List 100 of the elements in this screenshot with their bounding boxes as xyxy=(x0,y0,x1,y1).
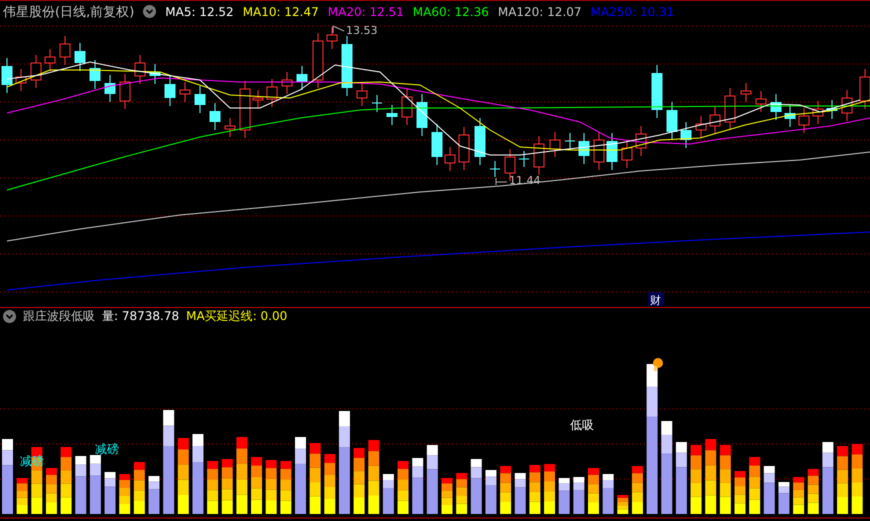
volume-bar xyxy=(734,471,746,514)
candlestick xyxy=(372,94,382,112)
candlestick xyxy=(194,86,206,114)
volume-bar xyxy=(485,470,496,514)
volume-bar xyxy=(398,461,409,514)
volume-bar xyxy=(266,460,277,514)
candlestick xyxy=(240,80,250,138)
volume-bar xyxy=(207,461,218,514)
candlestick xyxy=(30,54,42,88)
volume-bar xyxy=(251,457,262,514)
candlestick xyxy=(594,132,604,170)
candlestick xyxy=(296,66,308,90)
candlestick xyxy=(756,90,766,112)
volume-bar xyxy=(602,474,614,514)
candlestick xyxy=(150,64,160,84)
candlestick xyxy=(444,146,456,172)
candlestick xyxy=(266,78,278,108)
candlestick xyxy=(740,82,752,102)
volume-bar xyxy=(426,445,438,514)
volume-bar xyxy=(16,478,28,514)
candlestick xyxy=(104,74,116,102)
volume-bar xyxy=(324,454,336,514)
volume-bar xyxy=(632,466,643,514)
candlestick xyxy=(386,104,398,126)
candlestick xyxy=(356,82,368,106)
candlestick xyxy=(490,160,500,178)
candlestick xyxy=(402,88,412,126)
volume-bar xyxy=(617,495,628,514)
volume-bar xyxy=(544,464,556,514)
candlestick xyxy=(812,100,824,124)
candlestick xyxy=(90,60,100,90)
dropdown-icon[interactable] xyxy=(143,5,156,18)
volume-bar xyxy=(514,473,526,514)
moving-average-legend: MA250: 10.31 xyxy=(590,4,674,18)
moving-average-legend: MA5: 12.52 xyxy=(165,4,234,18)
dropdown-icon[interactable] xyxy=(3,310,16,323)
volume-bar xyxy=(500,466,512,514)
volume-bar xyxy=(837,446,848,514)
candlestick xyxy=(326,26,338,50)
moving-average-legend: MA20: 12.51 xyxy=(328,4,404,18)
candlestick xyxy=(252,90,264,108)
candlestick xyxy=(60,36,70,66)
volume-bar xyxy=(793,477,804,514)
volume-bar xyxy=(588,468,599,514)
volume-bar xyxy=(148,476,160,514)
moving-average-legend: MA10: 12.47 xyxy=(242,4,319,18)
candlestick xyxy=(724,88,736,130)
candlestick xyxy=(564,132,576,150)
candlestick xyxy=(534,136,544,176)
volume-bar xyxy=(134,462,145,514)
candlestick xyxy=(416,94,428,136)
candlestick xyxy=(474,118,486,166)
candlestick xyxy=(710,106,720,134)
volume-bar xyxy=(382,474,394,514)
candlestick xyxy=(842,90,852,122)
candlestick xyxy=(282,72,292,94)
volume-bar xyxy=(470,459,482,514)
candlestick xyxy=(2,58,12,94)
candlestick xyxy=(120,74,130,110)
candlestick xyxy=(210,102,220,130)
volume-bar xyxy=(280,461,292,514)
candlestick xyxy=(44,48,56,72)
candlestick xyxy=(770,94,782,120)
candlestick xyxy=(180,82,190,102)
candlestick xyxy=(578,132,590,164)
moving-average-legend: MA60: 12.36 xyxy=(412,4,489,18)
volume-bar xyxy=(676,442,687,514)
volume-bar xyxy=(119,474,130,514)
candlestick xyxy=(636,126,646,156)
candlestick xyxy=(134,54,146,84)
volume-bar xyxy=(222,459,233,514)
volume-bar xyxy=(104,472,116,514)
candlestick xyxy=(312,32,324,88)
volume-bar xyxy=(822,442,834,514)
volume-bar xyxy=(690,445,702,514)
volume-bar xyxy=(60,447,72,514)
candlestick xyxy=(342,36,352,96)
candlestick xyxy=(622,140,632,168)
candlestick xyxy=(432,124,442,166)
candlestick xyxy=(74,42,86,72)
candlestick xyxy=(518,150,530,168)
volume-bar xyxy=(529,465,540,514)
volume-bar xyxy=(573,477,584,514)
volume-bar xyxy=(412,458,424,514)
volume-bar xyxy=(75,456,86,514)
indicator-title: 跟庄波段低吸 xyxy=(23,308,95,325)
candlestick xyxy=(784,104,796,128)
candlestick xyxy=(826,100,838,120)
volume-bar xyxy=(808,469,819,514)
signal-label: 低吸 xyxy=(570,418,594,432)
volume-bar xyxy=(778,482,790,514)
indicator-reading: 量: 78738.78 xyxy=(102,308,180,325)
candlestick xyxy=(606,132,618,170)
event-badge[interactable]: 财 xyxy=(648,292,664,307)
volume-bar xyxy=(90,455,101,514)
candlestick xyxy=(680,122,692,148)
volume-bar xyxy=(31,447,42,514)
volume-bar xyxy=(354,448,365,514)
signal-label: 减磅 xyxy=(95,442,119,456)
candlestick xyxy=(164,76,176,106)
